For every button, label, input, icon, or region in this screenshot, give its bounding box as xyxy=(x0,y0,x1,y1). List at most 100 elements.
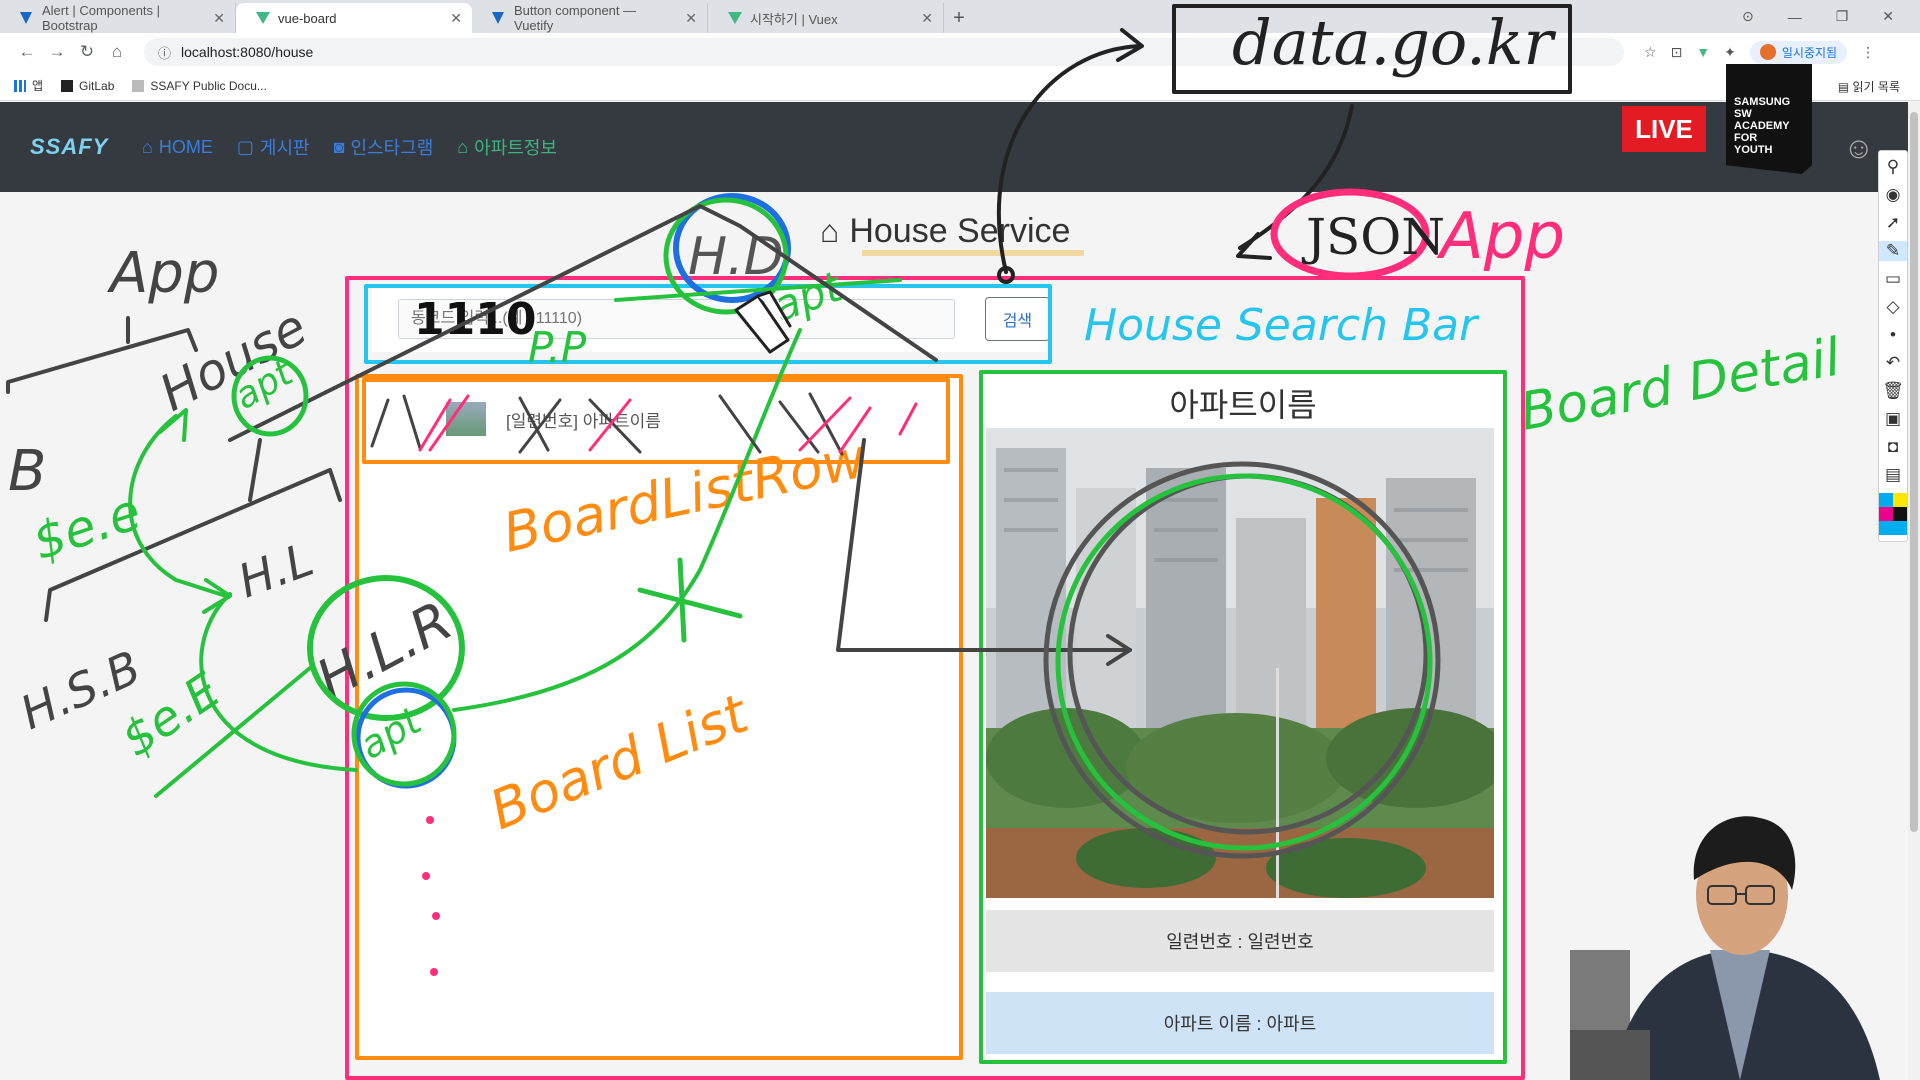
close-window-icon[interactable]: ✕ xyxy=(1882,8,1894,25)
close-tab-icon[interactable]: ✕ xyxy=(921,10,933,27)
arrow-origin-dot xyxy=(997,266,1015,284)
swatch-blue2[interactable] xyxy=(1893,521,1907,535)
nav-item-instagram[interactable]: ◙ 인스타그램 xyxy=(334,134,434,160)
bookmark-ssafy-docs[interactable]: SSAFY Public Docu... xyxy=(132,79,267,93)
arrow-head xyxy=(202,578,232,614)
info-icon[interactable]: ⓘ xyxy=(158,43,171,62)
reload-icon[interactable]: ↻ xyxy=(72,42,102,62)
close-tab-icon[interactable]: ✕ xyxy=(450,10,462,27)
instagram-icon: ◙ xyxy=(333,136,345,157)
hd-circle-blue xyxy=(673,193,791,303)
restore-icon[interactable]: ❐ xyxy=(1836,8,1849,25)
nav-item-label: 인스타그램 xyxy=(350,138,434,158)
pin-icon[interactable]: ⚲ xyxy=(1887,157,1899,177)
browser-tab-vuetify[interactable]: Button component — Vuetify ✕ xyxy=(472,3,708,33)
swatch-yellow[interactable] xyxy=(1893,493,1907,507)
tab-search-icon[interactable]: ⊙ xyxy=(1742,8,1754,25)
url-field[interactable]: ⓘ localhost:8080/house xyxy=(144,38,1624,66)
pointer-icon[interactable]: ➚ xyxy=(1886,213,1900,233)
bookmark-label: SSAFY Public Docu... xyxy=(150,78,267,93)
green-arrow-left xyxy=(128,414,228,598)
cast-icon[interactable]: ⊡ xyxy=(1671,44,1683,61)
menu-dots-icon[interactable]: ⋮ xyxy=(1861,44,1875,61)
house-list-row[interactable]: [일련번호] 아파트이름 xyxy=(368,384,942,454)
avatar xyxy=(1759,44,1776,60)
browser-tab-bootstrap[interactable]: Alert | Components | Bootstrap ✕ xyxy=(0,3,236,33)
green-slash xyxy=(154,666,312,798)
nav-item-label: 게시판 xyxy=(259,138,310,158)
hd-label: H.D xyxy=(688,227,784,287)
tab-title: Button component — Vuetify xyxy=(514,3,637,33)
bookmark-label: GitLab xyxy=(79,78,115,93)
search-button[interactable]: 검색 xyxy=(984,297,1050,341)
scrollbar-thumb[interactable] xyxy=(1910,112,1918,832)
color-swatches[interactable] xyxy=(1879,493,1907,535)
eye-icon[interactable]: ◉ xyxy=(1886,185,1901,205)
swatch-black[interactable] xyxy=(1893,507,1907,521)
drawing-toolbar: ⚲ ◉ ➚ ✎ ▭ ◇ • ↶ 🗑 ▣ ◘ ▤ xyxy=(1878,150,1908,542)
nav-menu: ⌂ HOME ▢ 게시판 ◙ 인스타그램 ⌂ 아파트정보 xyxy=(142,134,557,160)
house-detail-panel: 아파트이름 일련번호: 일련번호 아파트 이름: 아파트 xyxy=(982,372,1504,1060)
dong-code-input[interactable] xyxy=(398,299,955,339)
browser-tab-vuex[interactable]: 시작하기 | Vuex ✕ xyxy=(708,3,944,33)
house-search-bar: 검색 xyxy=(372,286,1050,352)
window-controls: ⊙ — ❐ ✕ xyxy=(1742,0,1920,33)
dot-icon[interactable]: • xyxy=(1890,325,1896,345)
close-tab-icon[interactable]: ✕ xyxy=(685,10,697,27)
rectangle-icon[interactable]: ▭ xyxy=(1885,269,1901,289)
green-curve-hl xyxy=(199,592,358,772)
pen-icon[interactable]: ✎ xyxy=(1879,241,1907,261)
users-icon[interactable]: ☺ xyxy=(1843,132,1874,166)
folder-icon xyxy=(132,79,145,92)
swatch-cyan[interactable] xyxy=(1879,493,1893,507)
reading-list-label: 읽기 목록 xyxy=(1852,80,1901,94)
vuetify-favicon-icon xyxy=(492,12,504,24)
house-icon: ⌂ xyxy=(457,136,469,157)
vue-devtools-icon[interactable]: ▼ xyxy=(1696,44,1710,60)
apartment-photo xyxy=(986,428,1494,898)
nav-item-label: 아파트정보 xyxy=(474,138,557,158)
bookmark-label: 앱 xyxy=(32,79,44,93)
bookmark-gitlab[interactable]: GitLab xyxy=(61,79,114,93)
ssafy-logo[interactable]: SSAFY xyxy=(30,127,107,167)
clipboard-icon[interactable]: ▤ xyxy=(1885,465,1901,485)
nav-item-apartment[interactable]: ⌂ 아파트정보 xyxy=(457,134,557,160)
puzzle-icon[interactable]: ✦ xyxy=(1724,44,1736,61)
page-title: ⌂ House Service xyxy=(820,212,1070,251)
eraser-icon[interactable]: ◇ xyxy=(1886,297,1899,317)
screen-icon[interactable]: ▣ xyxy=(1885,409,1901,429)
samsung-academy-badge: SAMSUNG SW ACADEMY FOR YOUTH xyxy=(1726,64,1812,174)
json-label: JSON xyxy=(1301,208,1445,266)
badge-line: SW xyxy=(1734,108,1752,120)
star-icon[interactable]: ☆ xyxy=(1644,44,1657,61)
tab-title: Alert | Components | Bootstrap xyxy=(42,3,161,33)
back-icon[interactable]: ← xyxy=(12,42,42,62)
bootstrap-favicon-icon xyxy=(20,12,32,24)
vue-favicon-icon xyxy=(256,12,270,24)
profile-button[interactable]: 일시중지됨 xyxy=(1749,40,1848,64)
new-tab-button[interactable]: + xyxy=(944,3,974,33)
nav-item-home[interactable]: ⌂ HOME xyxy=(142,134,213,160)
reading-list[interactable]: ▤ 읽기 목록 xyxy=(1838,78,1900,95)
forward-icon[interactable]: → xyxy=(42,42,72,62)
board-detail-label: Board Detail xyxy=(1516,327,1846,442)
swatch-blue[interactable] xyxy=(1879,521,1893,535)
undo-icon[interactable]: ↶ xyxy=(1886,353,1900,373)
hl-label: H.L xyxy=(231,532,320,608)
tree-branch-house xyxy=(44,438,342,622)
house-list-panel: [일련번호] 아파트이름 xyxy=(358,376,962,1058)
nav-item-board[interactable]: ▢ 게시판 xyxy=(237,134,310,160)
house-left-label: House xyxy=(150,298,316,423)
bookmark-apps[interactable]: 앱 xyxy=(14,77,43,94)
apartment-photo-svg xyxy=(986,428,1494,898)
detail-name-row: 아파트 이름 : 아파트 xyxy=(986,992,1494,1054)
home-icon[interactable]: ⌂ xyxy=(102,42,132,62)
browser-tab-vue-board[interactable]: vue-board ✕ xyxy=(236,3,472,33)
minimize-icon[interactable]: — xyxy=(1788,9,1802,25)
close-tab-icon[interactable]: ✕ xyxy=(213,10,225,27)
swatch-magenta[interactable] xyxy=(1879,507,1893,521)
camera-icon[interactable]: ◘ xyxy=(1888,437,1898,457)
trash-icon[interactable]: 🗑 xyxy=(1882,381,1904,401)
detail-serial-row: 일련번호 : 일련번호 xyxy=(986,910,1494,972)
arrow-head xyxy=(1236,232,1272,260)
